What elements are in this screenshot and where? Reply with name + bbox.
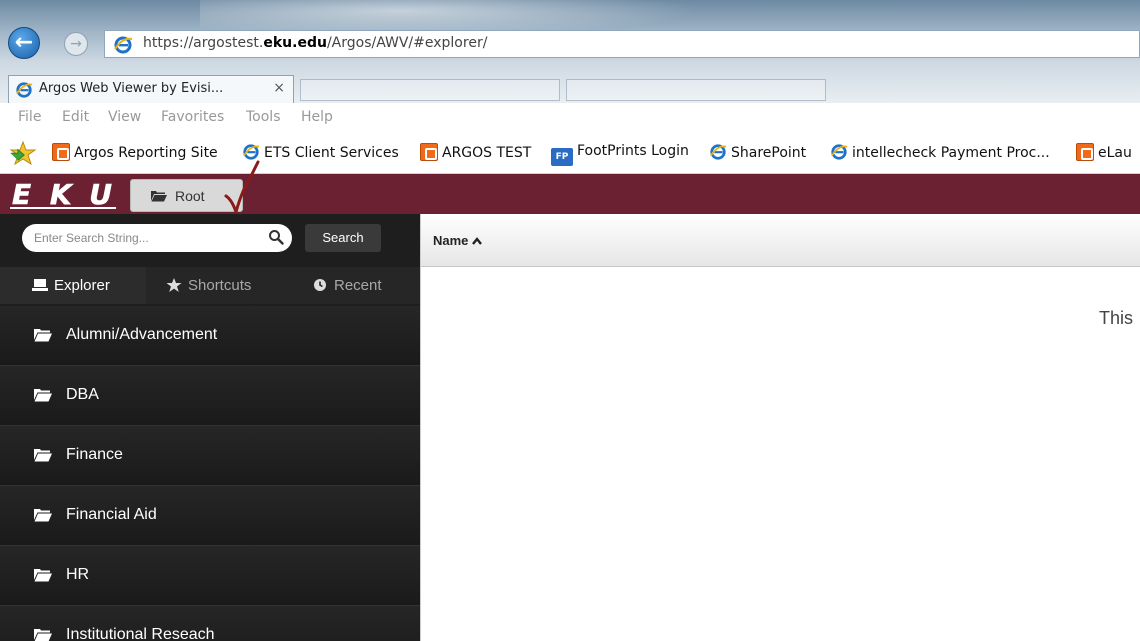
favorite-label: SharePoint	[731, 145, 807, 161]
search-box[interactable]	[22, 224, 292, 252]
eku-logo: EKU	[6, 176, 122, 212]
folder-open-icon	[34, 329, 52, 342]
tab-shortcuts[interactable]: Shortcuts	[146, 267, 282, 304]
clock-icon	[314, 279, 326, 291]
favorites-bar: Argos Reporting Site ETS Client Services…	[0, 131, 1140, 174]
argos-icon	[52, 143, 70, 161]
folder-label: HR	[66, 566, 90, 583]
menu-view[interactable]: View	[108, 109, 141, 125]
back-button[interactable]: ←	[8, 27, 40, 59]
tab-background[interactable]	[300, 79, 560, 101]
star-icon	[166, 278, 182, 292]
argos-icon	[1076, 143, 1094, 161]
main-panel: Name This	[420, 214, 1140, 641]
favorite-label: ARGOS TEST	[442, 145, 532, 161]
column-header-row: Name	[421, 214, 1140, 267]
sidebar-tabs: Explorer Shortcuts Recent	[0, 267, 420, 304]
favorite-sharepoint[interactable]: SharePoint	[709, 143, 806, 165]
folder-label: Institutional Reseach	[66, 626, 215, 641]
column-header-label: Name	[433, 233, 469, 248]
menu-tools[interactable]: Tools	[246, 109, 281, 125]
folder-institutional-research[interactable]: Institutional Reseach	[0, 606, 420, 641]
folder-label: Finance	[66, 446, 123, 463]
favorite-elauncher[interactable]: eLau	[1076, 143, 1132, 165]
url-prefix: https://argostest.	[143, 35, 264, 51]
favorite-label: ETS Client Services	[264, 145, 399, 161]
favorite-ets-client-services[interactable]: ETS Client Services	[242, 143, 399, 165]
argos-icon	[420, 143, 438, 161]
favorites-star-icon[interactable]	[10, 141, 36, 165]
folder-finance[interactable]: Finance	[0, 426, 420, 486]
folder-alumni-advancement[interactable]: Alumni/Advancement	[0, 306, 420, 366]
tab-recent[interactable]: Recent	[282, 267, 420, 304]
url-suffix: /Argos/AWV/#explorer/	[326, 35, 488, 51]
folder-hr[interactable]: HR	[0, 546, 420, 606]
empty-message: This	[1099, 308, 1134, 328]
folder-open-icon	[34, 509, 52, 522]
search-icon[interactable]	[268, 229, 284, 245]
folder-open-icon	[34, 629, 52, 641]
favorite-label: eLau	[1098, 145, 1132, 161]
ie-icon	[831, 144, 848, 160]
browser-chrome: ← → https://argostest.eku.edu/Argos/AWV/…	[0, 0, 1140, 103]
tab-label: Recent	[334, 277, 382, 294]
favorite-footprints-login[interactable]: FP FootPrints Login	[551, 143, 689, 166]
laptop-icon	[32, 279, 48, 291]
search-row: Search	[0, 214, 420, 267]
folder-financial-aid[interactable]: Financial Aid	[0, 486, 420, 546]
screen: ← → https://argostest.eku.edu/Argos/AWV/…	[0, 0, 1140, 641]
tab-label: Explorer	[54, 277, 110, 294]
search-button[interactable]: Search	[305, 224, 381, 252]
favorite-intellecheck[interactable]: intellecheck Payment Proc...	[830, 143, 1050, 165]
menu-file[interactable]: File	[18, 109, 41, 125]
sidebar: Search Explorer Shortcuts Recent	[0, 214, 420, 641]
address-url[interactable]: https://argostest.eku.edu/Argos/AWV/#exp…	[143, 35, 487, 51]
svg-text:EKU: EKU	[12, 178, 112, 211]
tab-title: Argos Web Viewer by Evisi...	[39, 81, 224, 96]
menu-bar: File Edit View Favorites Tools Help	[0, 103, 1140, 131]
column-header-name[interactable]: Name	[433, 233, 483, 248]
menu-edit[interactable]: Edit	[62, 109, 89, 125]
app-bar: EKU Root	[0, 174, 1140, 214]
favorite-label: Argos Reporting Site	[74, 145, 218, 161]
chevron-up-icon	[472, 237, 483, 245]
arrow-right-icon: →	[70, 36, 82, 52]
folder-label: Financial Aid	[66, 506, 157, 523]
favorite-label: intellecheck Payment Proc...	[852, 145, 1050, 161]
arrow-left-icon: ←	[14, 30, 34, 55]
ie-icon	[710, 144, 727, 160]
ie-icon	[243, 144, 260, 160]
folder-dba[interactable]: DBA	[0, 366, 420, 426]
folder-list: Alumni/Advancement DBA Finance Financial…	[0, 306, 420, 641]
tab-label: Shortcuts	[188, 277, 252, 294]
folder-label: DBA	[66, 386, 99, 403]
folder-open-icon	[34, 389, 52, 402]
folder-label: Alumni/Advancement	[66, 326, 218, 343]
favorite-label: FootPrints Login	[577, 143, 689, 159]
ie-icon	[114, 36, 133, 54]
footprints-icon: FP	[551, 148, 573, 166]
menu-favorites[interactable]: Favorites	[161, 109, 224, 125]
folder-open-icon	[34, 569, 52, 582]
favorite-argos-test[interactable]: ARGOS TEST	[420, 143, 531, 165]
tab-argos-web-viewer[interactable]: Argos Web Viewer by Evisi... ×	[8, 75, 294, 103]
search-input[interactable]	[34, 228, 254, 248]
address-bar[interactable]: https://argostest.eku.edu/Argos/AWV/#exp…	[104, 30, 1140, 58]
root-breadcrumb[interactable]: Root	[130, 179, 243, 212]
close-icon[interactable]: ×	[273, 80, 285, 96]
folder-open-icon	[151, 191, 167, 202]
ie-icon	[16, 82, 33, 98]
tab-background[interactable]	[566, 79, 826, 101]
menu-help[interactable]: Help	[301, 109, 333, 125]
folder-open-icon	[34, 449, 52, 462]
root-label: Root	[175, 188, 205, 204]
forward-button[interactable]: →	[64, 32, 88, 56]
favorite-argos-reporting-site[interactable]: Argos Reporting Site	[52, 143, 218, 165]
tab-strip: Argos Web Viewer by Evisi... ×	[0, 75, 1140, 103]
tab-explorer[interactable]: Explorer	[0, 267, 146, 304]
url-domain: eku.edu	[263, 35, 327, 51]
